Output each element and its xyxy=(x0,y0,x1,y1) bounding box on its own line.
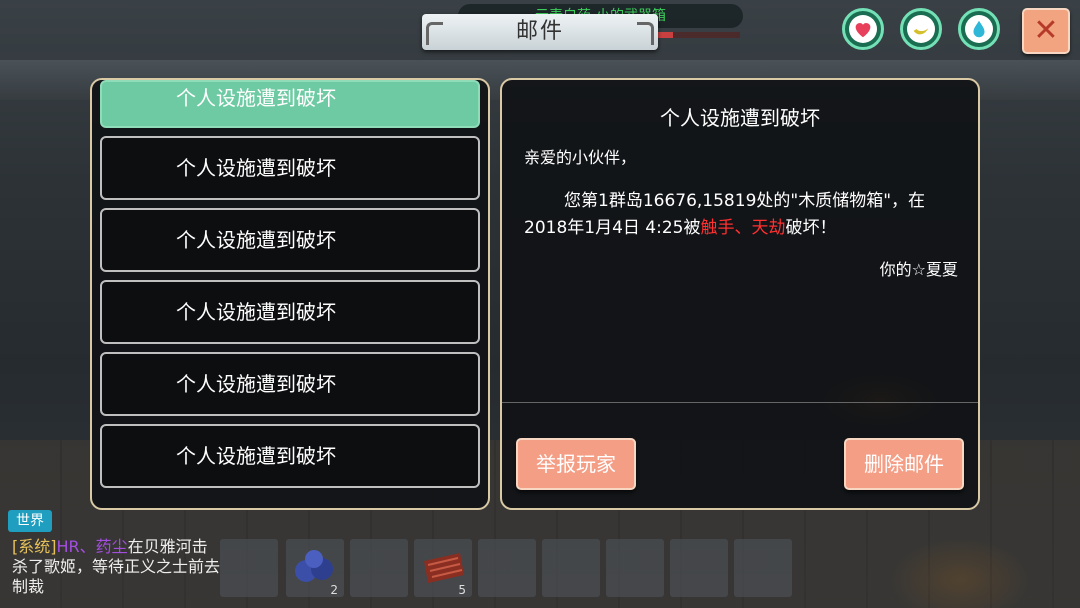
system-tag: [系统] xyxy=(12,537,57,556)
thirst-status[interactable] xyxy=(958,8,1000,50)
item-count: 2 xyxy=(330,583,338,597)
title-plate: 邮件 xyxy=(422,14,658,50)
water-drop-icon xyxy=(973,20,985,38)
delete-mail-button[interactable]: 删除邮件 xyxy=(844,438,964,490)
hotbar-slot[interactable] xyxy=(478,539,536,597)
banana-icon xyxy=(913,28,929,35)
hotbar-slot[interactable] xyxy=(350,539,408,597)
mail-list[interactable]: 个人设施遭到破坏 个人设施遭到破坏 个人设施遭到破坏 个人设施遭到破坏 个人设施… xyxy=(90,78,490,510)
mail-item[interactable]: 个人设施遭到破坏 xyxy=(100,280,480,344)
hotbar-slot[interactable] xyxy=(542,539,600,597)
mail-detail-panel: 个人设施遭到破坏 亲爱的小伙伴， 您第1群岛16676,15819处的"木质储物… xyxy=(500,78,980,510)
mail-item-selected[interactable]: 个人设施遭到破坏 xyxy=(100,80,480,128)
mail-item[interactable]: 个人设施遭到破坏 xyxy=(100,136,480,200)
close-icon: ✕ xyxy=(1033,13,1059,48)
mail-item[interactable]: 个人设施遭到破坏 xyxy=(100,208,480,272)
mail-item[interactable]: 个人设施遭到破坏 xyxy=(100,424,480,488)
attacker-names: 触手、天劫 xyxy=(700,218,786,238)
hunger-status[interactable] xyxy=(900,8,942,50)
heart-icon xyxy=(855,23,871,38)
item-count: 5 xyxy=(458,583,466,597)
hotbar-slot[interactable]: 2 xyxy=(286,539,344,597)
hotbar-slot[interactable] xyxy=(670,539,728,597)
hotbar-slot[interactable] xyxy=(606,539,664,597)
hotbar-slot[interactable]: 5 xyxy=(414,539,472,597)
mail-title: 个人设施遭到破坏 xyxy=(660,106,820,130)
divider xyxy=(502,402,978,403)
mail-body-end: 破坏！ xyxy=(785,218,837,238)
health-status[interactable] xyxy=(842,8,884,50)
chat-channel-tab[interactable]: 世界 xyxy=(8,510,52,532)
mail-body: 您第1群岛16676,15819处的"木质储物箱"，在2018年1月4日 4:2… xyxy=(524,188,958,242)
report-player-button[interactable]: 举报玩家 xyxy=(516,438,636,490)
hotbar-slot[interactable] xyxy=(734,539,792,597)
mail-greeting: 亲爱的小伙伴， xyxy=(524,148,637,167)
close-button[interactable]: ✕ xyxy=(1022,8,1070,54)
hotbar-slot[interactable] xyxy=(220,539,278,597)
player-name[interactable]: HR、药尘 xyxy=(57,537,128,556)
page-title: 邮件 xyxy=(515,19,564,44)
mail-signature: 你的☆夏夏 xyxy=(879,260,958,279)
mail-item[interactable]: 个人设施遭到破坏 xyxy=(100,352,480,416)
chat-message: [系统]HR、药尘在贝雅河击杀了歌姬，等待正义之士前去制裁 xyxy=(12,537,222,597)
